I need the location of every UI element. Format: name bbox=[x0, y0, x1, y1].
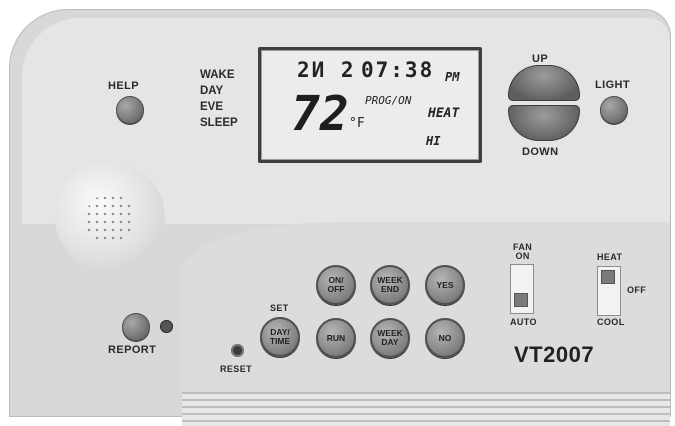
speaker-grill-icon bbox=[85, 194, 135, 244]
up-down-rocker bbox=[508, 65, 580, 141]
vent-grille bbox=[182, 392, 670, 426]
set-label: SET bbox=[270, 303, 289, 313]
no-label: NO bbox=[438, 332, 452, 343]
yes-label: YES bbox=[436, 279, 454, 290]
ampm-indicator: PM bbox=[445, 70, 460, 84]
on-off-button[interactable]: ON/OFF bbox=[316, 265, 356, 305]
fan-switch-knob[interactable] bbox=[514, 293, 528, 307]
fan-speed-indicator: HI bbox=[426, 134, 441, 148]
period-day: DAY bbox=[200, 85, 224, 97]
program-period-list: WAKE DAY EVE SLEEP bbox=[200, 67, 238, 131]
down-label: DOWN bbox=[522, 146, 559, 158]
up-label: UP bbox=[532, 53, 549, 65]
period-eve: EVE bbox=[200, 101, 224, 113]
week-day-label-line2: DAY bbox=[381, 337, 399, 347]
day-readout: 2И 2 bbox=[297, 58, 356, 82]
fan-on-label: ON bbox=[515, 251, 530, 261]
period-sleep: SLEEP bbox=[200, 117, 238, 129]
week-end-label-line2: END bbox=[381, 284, 399, 294]
no-button[interactable]: NO bbox=[425, 318, 465, 358]
system-mode-switch-knob[interactable] bbox=[601, 270, 615, 284]
lcd-display: 2И 2 07:38 PM 72 °F PROG/ON HEAT HI bbox=[258, 47, 482, 163]
run-button[interactable]: RUN bbox=[316, 318, 356, 358]
fan-switch-top-label: FAN ON bbox=[513, 243, 532, 261]
yes-button[interactable]: YES bbox=[425, 265, 465, 305]
light-label: LIGHT bbox=[595, 79, 630, 91]
report-label: REPORT bbox=[108, 344, 157, 356]
light-button[interactable] bbox=[600, 96, 628, 124]
mode-off-label: OFF bbox=[627, 285, 647, 295]
up-button[interactable] bbox=[508, 65, 580, 101]
mode-indicator: HEAT bbox=[428, 106, 460, 121]
reset-button[interactable] bbox=[231, 344, 244, 357]
temperature-readout: 72 bbox=[291, 86, 349, 142]
period-wake: WAKE bbox=[200, 69, 235, 81]
fan-switch[interactable] bbox=[510, 264, 534, 314]
run-label: RUN bbox=[326, 332, 346, 343]
mode-cool-label: COOL bbox=[597, 317, 625, 327]
time-readout: 07:38 bbox=[361, 58, 435, 82]
down-button[interactable] bbox=[508, 105, 580, 141]
program-status: PROG/ON bbox=[365, 94, 412, 107]
help-button[interactable] bbox=[116, 96, 144, 124]
day-time-button[interactable]: DAY/TIME bbox=[260, 317, 300, 357]
report-led-icon bbox=[160, 320, 173, 333]
day-time-label-line2: TIME bbox=[269, 336, 291, 346]
temperature-unit: °F bbox=[349, 116, 365, 131]
week-day-button[interactable]: WEEK DAY bbox=[370, 318, 410, 358]
mode-heat-label: HEAT bbox=[597, 252, 623, 262]
week-end-button[interactable]: WEEK END bbox=[370, 265, 410, 305]
report-button[interactable] bbox=[122, 313, 150, 341]
system-mode-switch[interactable] bbox=[597, 266, 621, 316]
fan-auto-label: AUTO bbox=[510, 317, 537, 327]
speaker bbox=[55, 162, 165, 272]
reset-label: RESET bbox=[220, 364, 253, 374]
on-off-label-line2: OFF bbox=[327, 284, 345, 294]
model-name: VT2007 bbox=[514, 342, 595, 367]
help-label: HELP bbox=[108, 80, 139, 92]
